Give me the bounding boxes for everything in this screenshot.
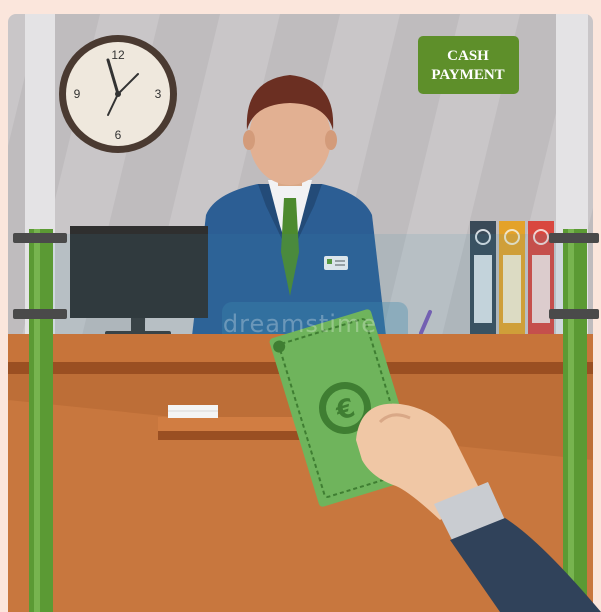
clock-numeral-3: 3: [155, 87, 162, 101]
cash-payment-sign: CASH PAYMENT: [418, 36, 519, 94]
sign-line-2: PAYMENT: [431, 67, 504, 83]
clock-numeral-6: 6: [115, 128, 122, 142]
clock-numeral-9: 9: [74, 87, 81, 101]
wall-clock: 12 3 6 9: [59, 35, 177, 153]
clock-numeral-12: 12: [111, 48, 125, 62]
sign-line-1: CASH: [447, 48, 489, 64]
watermark: dreamstime: [223, 310, 377, 338]
cash-payment-illustration: 12 3 6 9 CASH PAYMENT € dreamstime: [0, 0, 601, 612]
